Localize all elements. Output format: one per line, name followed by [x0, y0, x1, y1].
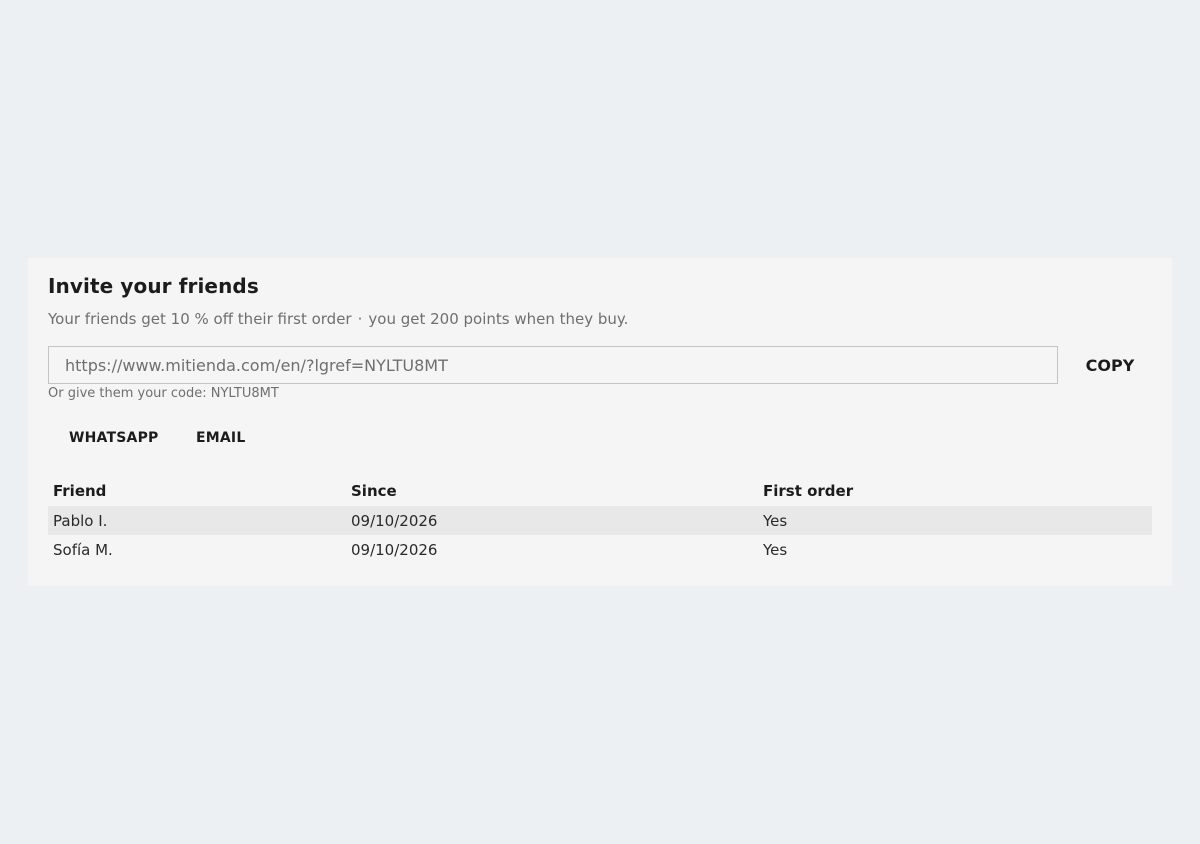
referral-code-text: Or give them your code: NYLTU8MT — [48, 386, 279, 401]
since-cell: 09/10/2026 — [346, 506, 758, 535]
friends-table: Friend Since First order Pablo I. 09/10/… — [48, 476, 1152, 564]
column-header-since: Since — [351, 482, 397, 500]
invite-title: Invite your friends — [48, 274, 259, 298]
share-whatsapp-button[interactable]: WHATSAPP — [69, 426, 159, 450]
copy-button[interactable]: COPY — [1068, 346, 1152, 384]
friend-name-cell: Pablo I. — [48, 506, 346, 535]
subtitle-separator: · — [357, 310, 363, 328]
table-row: Pablo I. 09/10/2026 Yes — [48, 506, 1152, 535]
invite-friends-card: Invite your friends Your friends get 10 … — [28, 258, 1172, 586]
invite-subtitle: Your friends get 10 % off their first or… — [48, 310, 628, 328]
first-order-cell: Yes — [758, 506, 1152, 535]
friend-name-cell: Sofía M. — [53, 540, 113, 559]
since-cell: 09/10/2026 — [351, 540, 438, 559]
table-header-row: Friend Since First order — [48, 476, 1152, 506]
first-order-cell: Yes — [763, 540, 788, 559]
referral-link-input[interactable] — [48, 346, 1058, 384]
subtitle-friend-benefit: Your friends get 10 % off their first or… — [48, 310, 352, 328]
subtitle-your-benefit: you get 200 points when they buy. — [368, 310, 629, 328]
share-email-button[interactable]: EMAIL — [196, 426, 245, 450]
table-row: Sofía M. 09/10/2026 Yes — [48, 535, 1152, 564]
column-header-first-order: First order — [763, 482, 854, 500]
column-header-friend: Friend — [53, 482, 107, 500]
